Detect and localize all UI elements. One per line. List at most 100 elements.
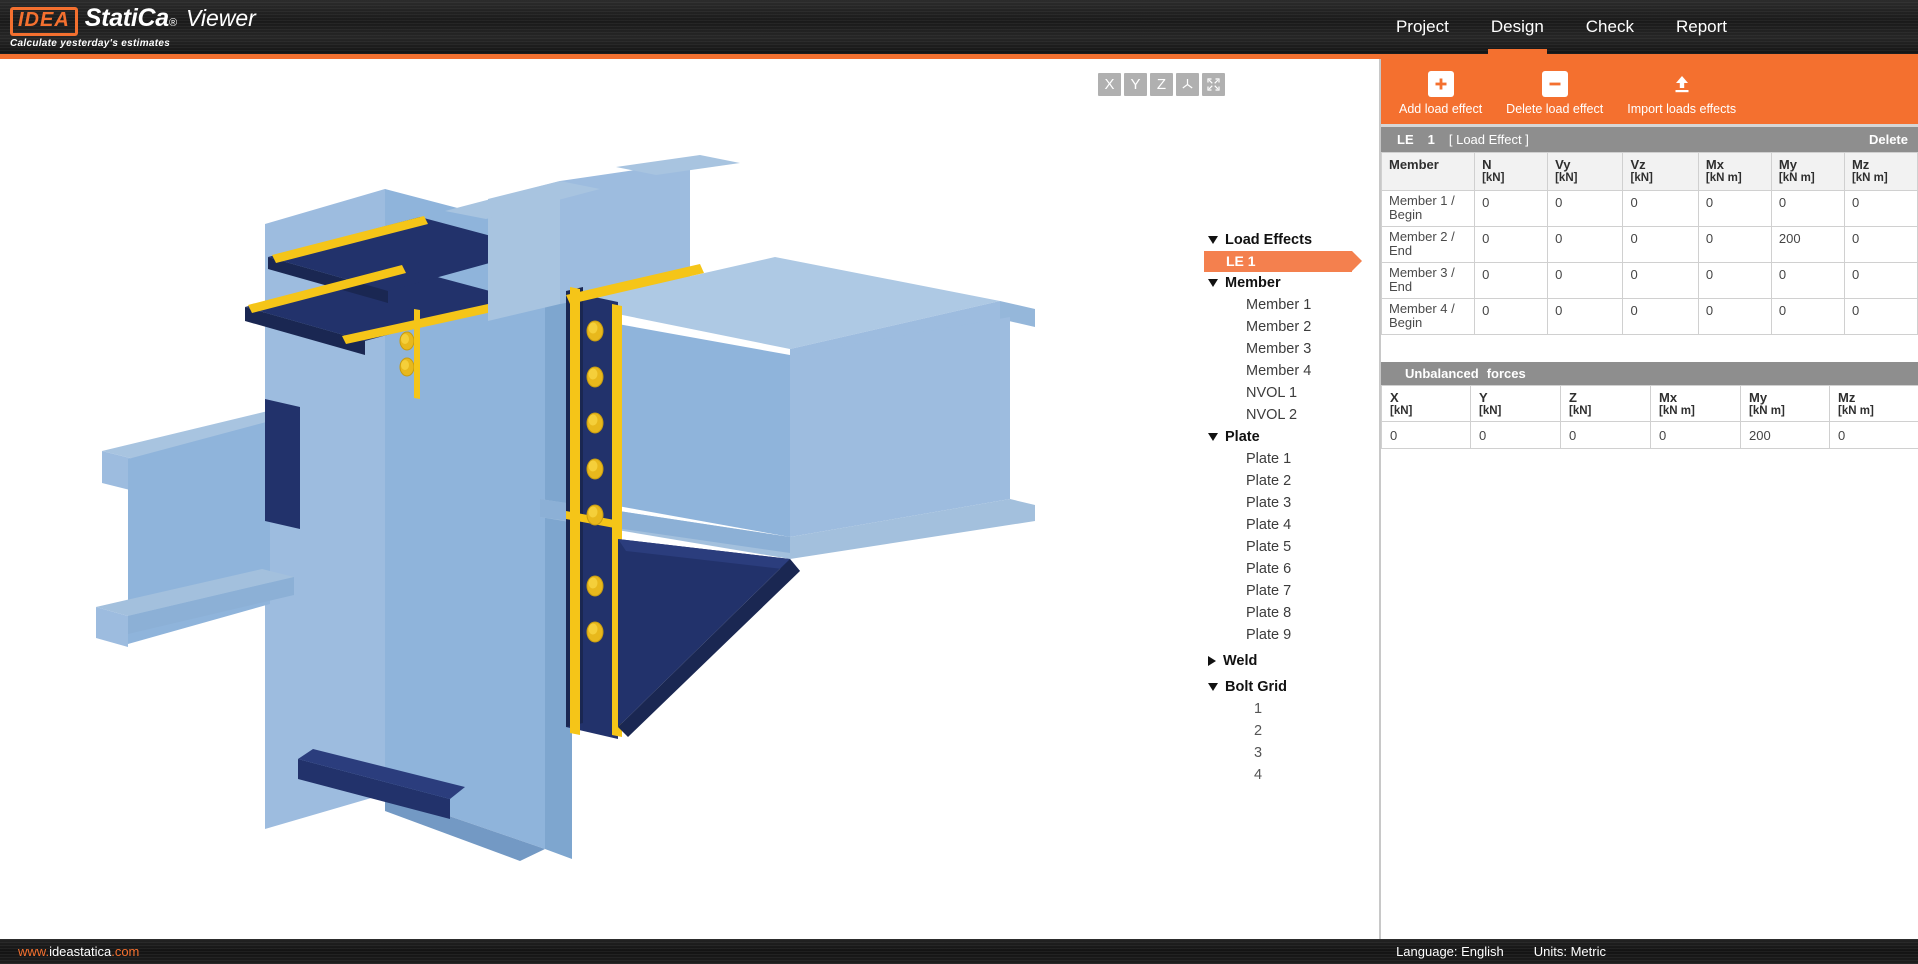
tree-item-plate-4[interactable]: Plate 4	[1190, 514, 1380, 536]
cell-vy[interactable]: 0	[1548, 263, 1623, 299]
cell-my[interactable]: 0	[1771, 299, 1844, 335]
view-x-icon[interactable]: X	[1098, 73, 1121, 96]
tree-group-member[interactable]: Member	[1190, 272, 1380, 294]
nav-tab-design[interactable]: Design	[1470, 0, 1565, 54]
import-loads-effects-button[interactable]: Import loads effects	[1615, 69, 1748, 118]
cell-mx[interactable]: 0	[1698, 227, 1771, 263]
view-y-icon[interactable]: Y	[1124, 73, 1147, 96]
tree-item-member-3[interactable]: Member 3	[1190, 338, 1380, 360]
nav-tab-project[interactable]: Project	[1375, 0, 1470, 54]
tree-item-plate-6[interactable]: Plate 6	[1190, 558, 1380, 580]
tree-item-nvol-2[interactable]: NVOL 2	[1190, 404, 1380, 426]
cell-n[interactable]: 0	[1475, 263, 1548, 299]
cell-vz[interactable]: 0	[1623, 227, 1698, 263]
tree-item-plate-5[interactable]: Plate 5	[1190, 536, 1380, 558]
cell-vy[interactable]: 0	[1548, 227, 1623, 263]
product-name: Viewer	[186, 5, 256, 32]
tree-item-plate-1[interactable]: Plate 1	[1190, 448, 1380, 470]
col-y: Y[kN]	[1471, 386, 1561, 422]
language-status[interactable]: Language: English	[1396, 944, 1504, 959]
tree-item-plate-7[interactable]: Plate 7	[1190, 580, 1380, 602]
col-my: My[kN m]	[1741, 386, 1830, 422]
cell-mx[interactable]: 0	[1698, 299, 1771, 335]
cell-my[interactable]: 0	[1771, 263, 1844, 299]
col-vz: Vz[kN]	[1623, 153, 1698, 191]
tree-item-plate-3[interactable]: Plate 3	[1190, 492, 1380, 514]
tree-group-weld[interactable]: Weld	[1190, 650, 1380, 672]
tree-item-member-4[interactable]: Member 4	[1190, 360, 1380, 382]
table-header-row: Member N[kN] Vy[kN] Vz[kN] Mx[kN m] My[k…	[1382, 153, 1918, 191]
axonometric-view-icon[interactable]	[1176, 73, 1199, 96]
load-effects-table: Member N[kN] Vy[kN] Vz[kN] Mx[kN m] My[k…	[1381, 152, 1918, 335]
cell-mz[interactable]: 0	[1844, 227, 1917, 263]
tree-group-plate[interactable]: Plate	[1190, 426, 1380, 448]
cell-mz[interactable]: 0	[1844, 191, 1917, 227]
table-row[interactable]: Member 2 / End 0 0 0 0 200 0	[1382, 227, 1918, 263]
cell-vz[interactable]: 0	[1623, 299, 1698, 335]
cell-z: 0	[1561, 422, 1651, 449]
tree-group-bolt-grid[interactable]: Bolt Grid	[1190, 676, 1380, 698]
load-effect-number: 1	[1428, 132, 1435, 147]
cell-mz[interactable]: 0	[1844, 299, 1917, 335]
view-orientation-toolbar: X Y Z	[1098, 73, 1225, 96]
tree-group-label: Bolt Grid	[1225, 679, 1287, 695]
statica-wordmark: StatiCa	[85, 5, 169, 31]
tree-group-load-effects[interactable]: Load Effects	[1190, 229, 1380, 251]
tree-item-plate-2[interactable]: Plate 2	[1190, 470, 1380, 492]
website-link[interactable]: www.ideastatica.com	[18, 944, 139, 959]
table-row[interactable]: Member 4 / Begin 0 0 0 0 0 0	[1382, 299, 1918, 335]
import-loads-effects-label: Import loads effects	[1627, 102, 1736, 116]
cell-my[interactable]: 0	[1771, 191, 1844, 227]
col-x: X[kN]	[1382, 386, 1471, 422]
connection-3d-model[interactable]	[0, 59, 1380, 939]
status-bar: www.ideastatica.com Language: English Un…	[0, 939, 1918, 964]
nav-tab-report[interactable]: Report	[1655, 0, 1748, 54]
unbalanced-forces-table: X[kN] Y[kN] Z[kN] Mx[kN m] My[kN m] Mz[k…	[1381, 385, 1918, 449]
cell-member: Member 1 / Begin	[1382, 191, 1475, 227]
tree-item-nvol-1[interactable]: NVOL 1	[1190, 382, 1380, 404]
tree-item-plate-8[interactable]: Plate 8	[1190, 602, 1380, 624]
tree-item-bolt-grid-3[interactable]: 3	[1190, 742, 1380, 764]
cell-mx[interactable]: 0	[1698, 191, 1771, 227]
load-effect-descriptor: [ Load Effect ]	[1449, 132, 1529, 147]
model-viewport[interactable]: X Y Z Load Effects LE 1	[0, 59, 1380, 939]
chevron-down-icon	[1208, 236, 1218, 244]
app-logo: IDEA StatiCa ® Viewer Calculate yesterda…	[10, 5, 256, 49]
delete-load-effect-label: Delete load effect	[1506, 102, 1603, 116]
cell-vz[interactable]: 0	[1623, 263, 1698, 299]
units-status[interactable]: Units: Metric	[1534, 944, 1606, 959]
view-z-icon[interactable]: Z	[1150, 73, 1173, 96]
cell-n[interactable]: 0	[1475, 227, 1548, 263]
nav-tab-check[interactable]: Check	[1565, 0, 1655, 54]
tree-item-bolt-grid-2[interactable]: 2	[1190, 720, 1380, 742]
cell-vy[interactable]: 0	[1548, 299, 1623, 335]
tree-item-bolt-grid-1[interactable]: 1	[1190, 698, 1380, 720]
tree-item-plate-9[interactable]: Plate 9	[1190, 624, 1380, 646]
tree-item-member-1[interactable]: Member 1	[1190, 294, 1380, 316]
cell-n[interactable]: 0	[1475, 191, 1548, 227]
cell-my[interactable]: 200	[1771, 227, 1844, 263]
delete-load-effect-button[interactable]: Delete load effect	[1494, 69, 1615, 118]
load-effect-prefix: LE	[1397, 132, 1414, 147]
table-header-row: X[kN] Y[kN] Z[kN] Mx[kN m] My[kN m] Mz[k…	[1382, 386, 1918, 422]
tree-item-le-1[interactable]: LE 1	[1204, 251, 1352, 272]
cell-mz[interactable]: 0	[1844, 263, 1917, 299]
fit-to-screen-icon[interactable]	[1202, 73, 1225, 96]
idea-logo-mark: IDEA	[10, 7, 78, 36]
cell-mx[interactable]: 0	[1698, 263, 1771, 299]
registered-trademark-icon: ®	[169, 17, 177, 29]
cell-vy[interactable]: 0	[1548, 191, 1623, 227]
main-navigation: Project Design Check Report	[1375, 0, 1748, 54]
load-effect-header-bar: LE 1 [ Load Effect ] Delete	[1381, 127, 1918, 152]
chevron-down-icon	[1208, 433, 1218, 441]
add-load-effect-button[interactable]: Add load effect	[1387, 69, 1494, 118]
cell-n[interactable]: 0	[1475, 299, 1548, 335]
delete-load-effect-link[interactable]: Delete	[1869, 132, 1908, 147]
cell-vz[interactable]: 0	[1623, 191, 1698, 227]
table-row[interactable]: Member 1 / Begin 0 0 0 0 0 0	[1382, 191, 1918, 227]
tree-item-bolt-grid-4[interactable]: 4	[1190, 764, 1380, 786]
tree-item-member-2[interactable]: Member 2	[1190, 316, 1380, 338]
chevron-right-icon	[1208, 656, 1216, 666]
table-row[interactable]: Member 3 / End 0 0 0 0 0 0	[1382, 263, 1918, 299]
add-load-effect-label: Add load effect	[1399, 102, 1482, 116]
